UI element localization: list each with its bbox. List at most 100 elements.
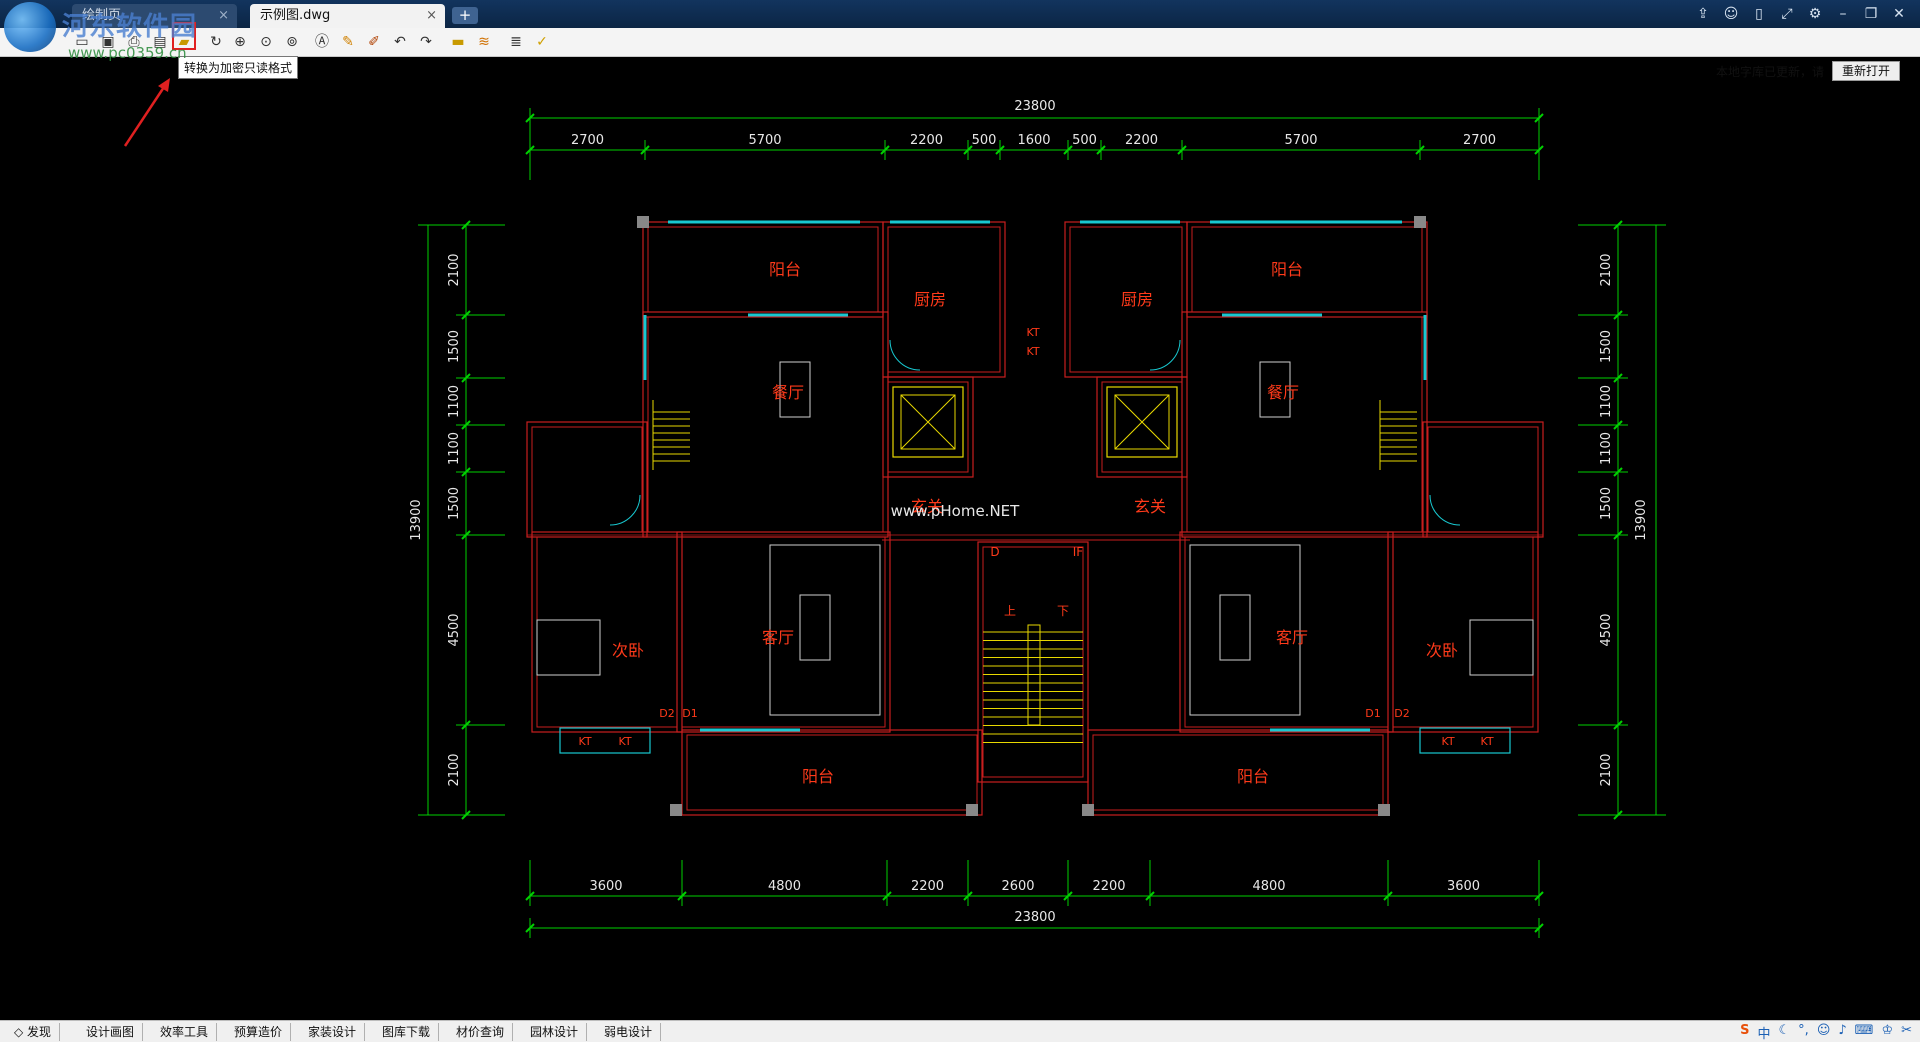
label-foyer: 玄关: [1134, 497, 1166, 516]
check-icon[interactable]: ✓: [532, 32, 552, 52]
top-dim-label: 2700: [1463, 133, 1496, 148]
label-balcony: 阳台: [1271, 260, 1303, 279]
label-if: IF: [1073, 545, 1084, 559]
bottom-item-efficiency[interactable]: 效率工具: [152, 1023, 218, 1041]
left-dim-label: 1500: [447, 330, 462, 363]
tab-example-dwg[interactable]: 示例图.dwg ×: [250, 4, 445, 28]
bottom-item-budget[interactable]: 预算造价: [226, 1023, 292, 1041]
pencil-icon[interactable]: ✎: [338, 32, 358, 52]
redo-icon[interactable]: ↷: [416, 32, 436, 52]
app-window: { "tabs":[ {"label":"绘制页","active":false…: [0, 0, 1920, 1042]
bottom-dim-label: 2200: [1092, 879, 1125, 894]
ime-mode[interactable]: 中: [1758, 1023, 1771, 1042]
label-kt: KT: [1441, 735, 1454, 748]
left-dim-label: 1100: [447, 432, 462, 465]
smile-icon[interactable]: ☺: [1817, 1023, 1831, 1042]
hatch-icon[interactable]: ≋: [474, 32, 494, 52]
watermark-url: www.pc0359.cn: [68, 44, 187, 62]
zoom-icon[interactable]: ⊕: [230, 32, 250, 52]
cad-canvas[interactable]: 2700 5700 2200 500 1600 500 2200 5700 2700 23800 3…: [0, 0, 1920, 1042]
close-tab-icon[interactable]: ×: [426, 4, 437, 28]
zoom-window-icon[interactable]: ⊙: [256, 32, 276, 52]
mic-icon[interactable]: ♪: [1838, 1023, 1846, 1042]
sogou-icon[interactable]: S: [1740, 1023, 1749, 1042]
right-dim-label: 2100: [1599, 253, 1614, 286]
system-tray: S 中 ☾ °, ☺ ♪ ⌨ ♔ ✂: [1740, 1023, 1912, 1042]
left-total-label: 13900: [409, 499, 424, 540]
column: [670, 804, 682, 816]
label-d1: D1: [682, 707, 697, 720]
share-icon[interactable]: ⇪: [1692, 4, 1714, 24]
keyboard-icon[interactable]: ⌨: [1855, 1023, 1874, 1042]
right-total-label: 13900: [1634, 499, 1649, 540]
status-message: 本地字库已更新，请: [1715, 65, 1824, 79]
top-dim-label: 500: [1072, 133, 1097, 148]
moon-icon[interactable]: ☾: [1779, 1023, 1791, 1042]
top-dim-label: 2200: [1125, 133, 1158, 148]
label-balcony: 阳台: [1237, 767, 1269, 786]
restore-icon[interactable]: ❐: [1860, 4, 1882, 24]
label-kt: KT: [578, 735, 591, 748]
watermark-text: 河东软件园: [62, 12, 198, 42]
bottom-item-gallery[interactable]: 图库下载: [374, 1023, 440, 1041]
top-dim-label: 1600: [1017, 133, 1050, 148]
minimize-icon[interactable]: –: [1832, 4, 1854, 24]
phone-icon[interactable]: ▯: [1748, 4, 1770, 24]
top-dim-label: 5700: [748, 133, 781, 148]
label-d1: D1: [1365, 707, 1380, 720]
bottom-dim-label: 2200: [911, 879, 944, 894]
chat-icon[interactable]: ☺: [1720, 4, 1742, 24]
zoom-extents-icon[interactable]: ⊚: [282, 32, 302, 52]
label-balcony: 阳台: [802, 767, 834, 786]
column: [1414, 216, 1426, 228]
wrench-icon[interactable]: ✂: [1901, 1023, 1912, 1042]
reopen-button[interactable]: 重新打开: [1831, 61, 1900, 81]
close-tab-icon[interactable]: ×: [218, 4, 229, 28]
fullscreen-icon[interactable]: ⤢: [1776, 4, 1798, 24]
bottom-item-material-price[interactable]: 材价查询: [448, 1023, 514, 1041]
left-dim-label: 1500: [447, 487, 462, 520]
top-dim-label: 2200: [910, 133, 943, 148]
bottom-item-label: 发现: [27, 1025, 52, 1039]
label-d2: D2: [1394, 707, 1409, 720]
left-dim-label: 2100: [447, 753, 462, 786]
left-dim-label: 1100: [447, 385, 462, 418]
left-dim-label: 2100: [447, 253, 462, 286]
bottom-item-garden[interactable]: 园林设计: [522, 1023, 588, 1041]
label-kt: KT: [1480, 735, 1493, 748]
undo-icon[interactable]: ↶: [390, 32, 410, 52]
marker-icon[interactable]: ✐: [364, 32, 384, 52]
bottom-dim-label: 3600: [1447, 879, 1480, 894]
bottom-item-low-voltage[interactable]: 弱电设计: [596, 1023, 662, 1041]
label-watermark: www.pHome.NET: [891, 502, 1020, 520]
column: [637, 216, 649, 228]
label-down: 下: [1057, 604, 1069, 618]
shirt-icon[interactable]: ♔: [1881, 1023, 1893, 1042]
label-living: 客厅: [762, 628, 794, 647]
label-dining: 餐厅: [1267, 383, 1299, 402]
rotate-icon[interactable]: ↻: [206, 32, 226, 52]
text-icon[interactable]: Ⓐ: [312, 32, 332, 52]
bottom-bar: ◇ 发现 设计画图 效率工具 预算造价 家装设计 图库下载 材价查询 园林设计 …: [0, 1020, 1920, 1042]
measure-icon[interactable]: ▬: [448, 32, 468, 52]
top-dim-label: 500: [972, 133, 997, 148]
label-bedroom: 次卧: [612, 641, 644, 660]
layers-icon[interactable]: ≣: [506, 32, 526, 52]
window-controls: ⇪ ☺ ▯ ⤢ ⚙ – ❐ ✕: [1692, 4, 1920, 24]
add-tab-button[interactable]: +: [452, 7, 478, 24]
bottom-dim-label: 2600: [1001, 879, 1034, 894]
toolbar: ▭ ▣ ⎙ ▤ ▰ ↻ ⊕ ⊙ ⊚ Ⓐ ✎ ✐ ↶ ↷ ▬ ≋ ≣ ✓ 本地字库…: [0, 28, 1920, 81]
comma-icon[interactable]: °,: [1798, 1023, 1809, 1042]
column: [1082, 804, 1094, 816]
label-d: D: [990, 545, 999, 559]
site-logo: [4, 2, 56, 52]
column: [966, 804, 978, 816]
close-icon[interactable]: ✕: [1888, 4, 1910, 24]
tooltip: 转换为加密只读格式: [178, 56, 299, 79]
bottom-dim-label: 3600: [589, 879, 622, 894]
discover-button[interactable]: ◇ 发现: [6, 1023, 61, 1041]
tab-label: 示例图.dwg: [260, 8, 331, 23]
bottom-item-home-design[interactable]: 家装设计: [300, 1023, 366, 1041]
bottom-item-draw[interactable]: 设计画图: [78, 1023, 144, 1041]
gear-icon[interactable]: ⚙: [1804, 4, 1826, 24]
